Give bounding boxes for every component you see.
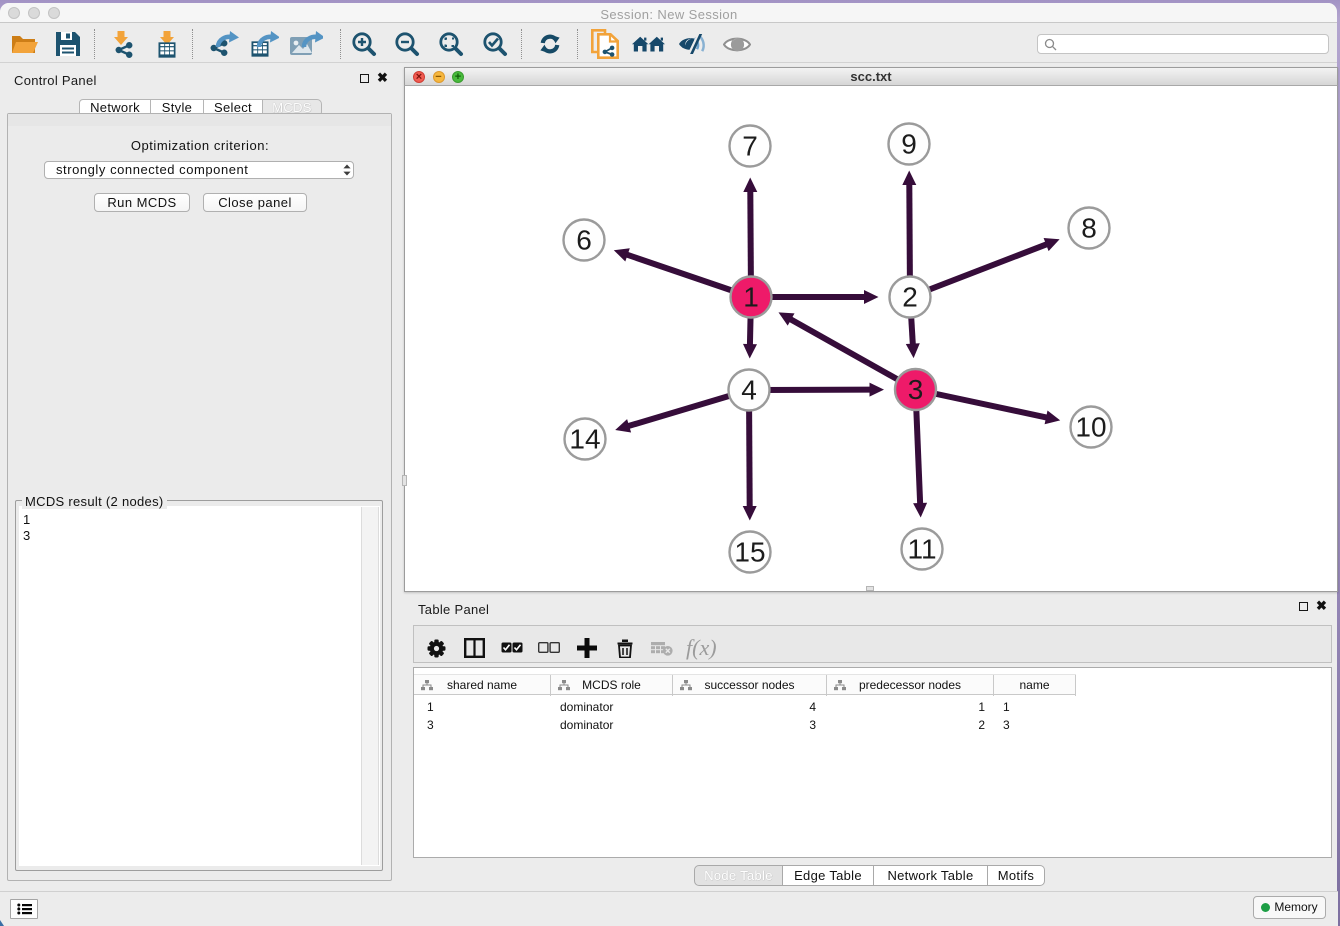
svg-text:2: 2: [902, 282, 918, 313]
svg-text:4: 4: [741, 375, 757, 406]
svg-text:8: 8: [1081, 213, 1097, 244]
svg-text:7: 7: [742, 131, 758, 162]
svg-text:3: 3: [908, 374, 924, 405]
svg-text:6: 6: [576, 225, 592, 256]
svg-text:9: 9: [901, 129, 917, 160]
svg-text:11: 11: [907, 534, 936, 565]
svg-text:1: 1: [743, 282, 759, 313]
svg-text:14: 14: [569, 424, 600, 455]
svg-text:15: 15: [734, 537, 765, 568]
svg-text:10: 10: [1075, 412, 1106, 443]
